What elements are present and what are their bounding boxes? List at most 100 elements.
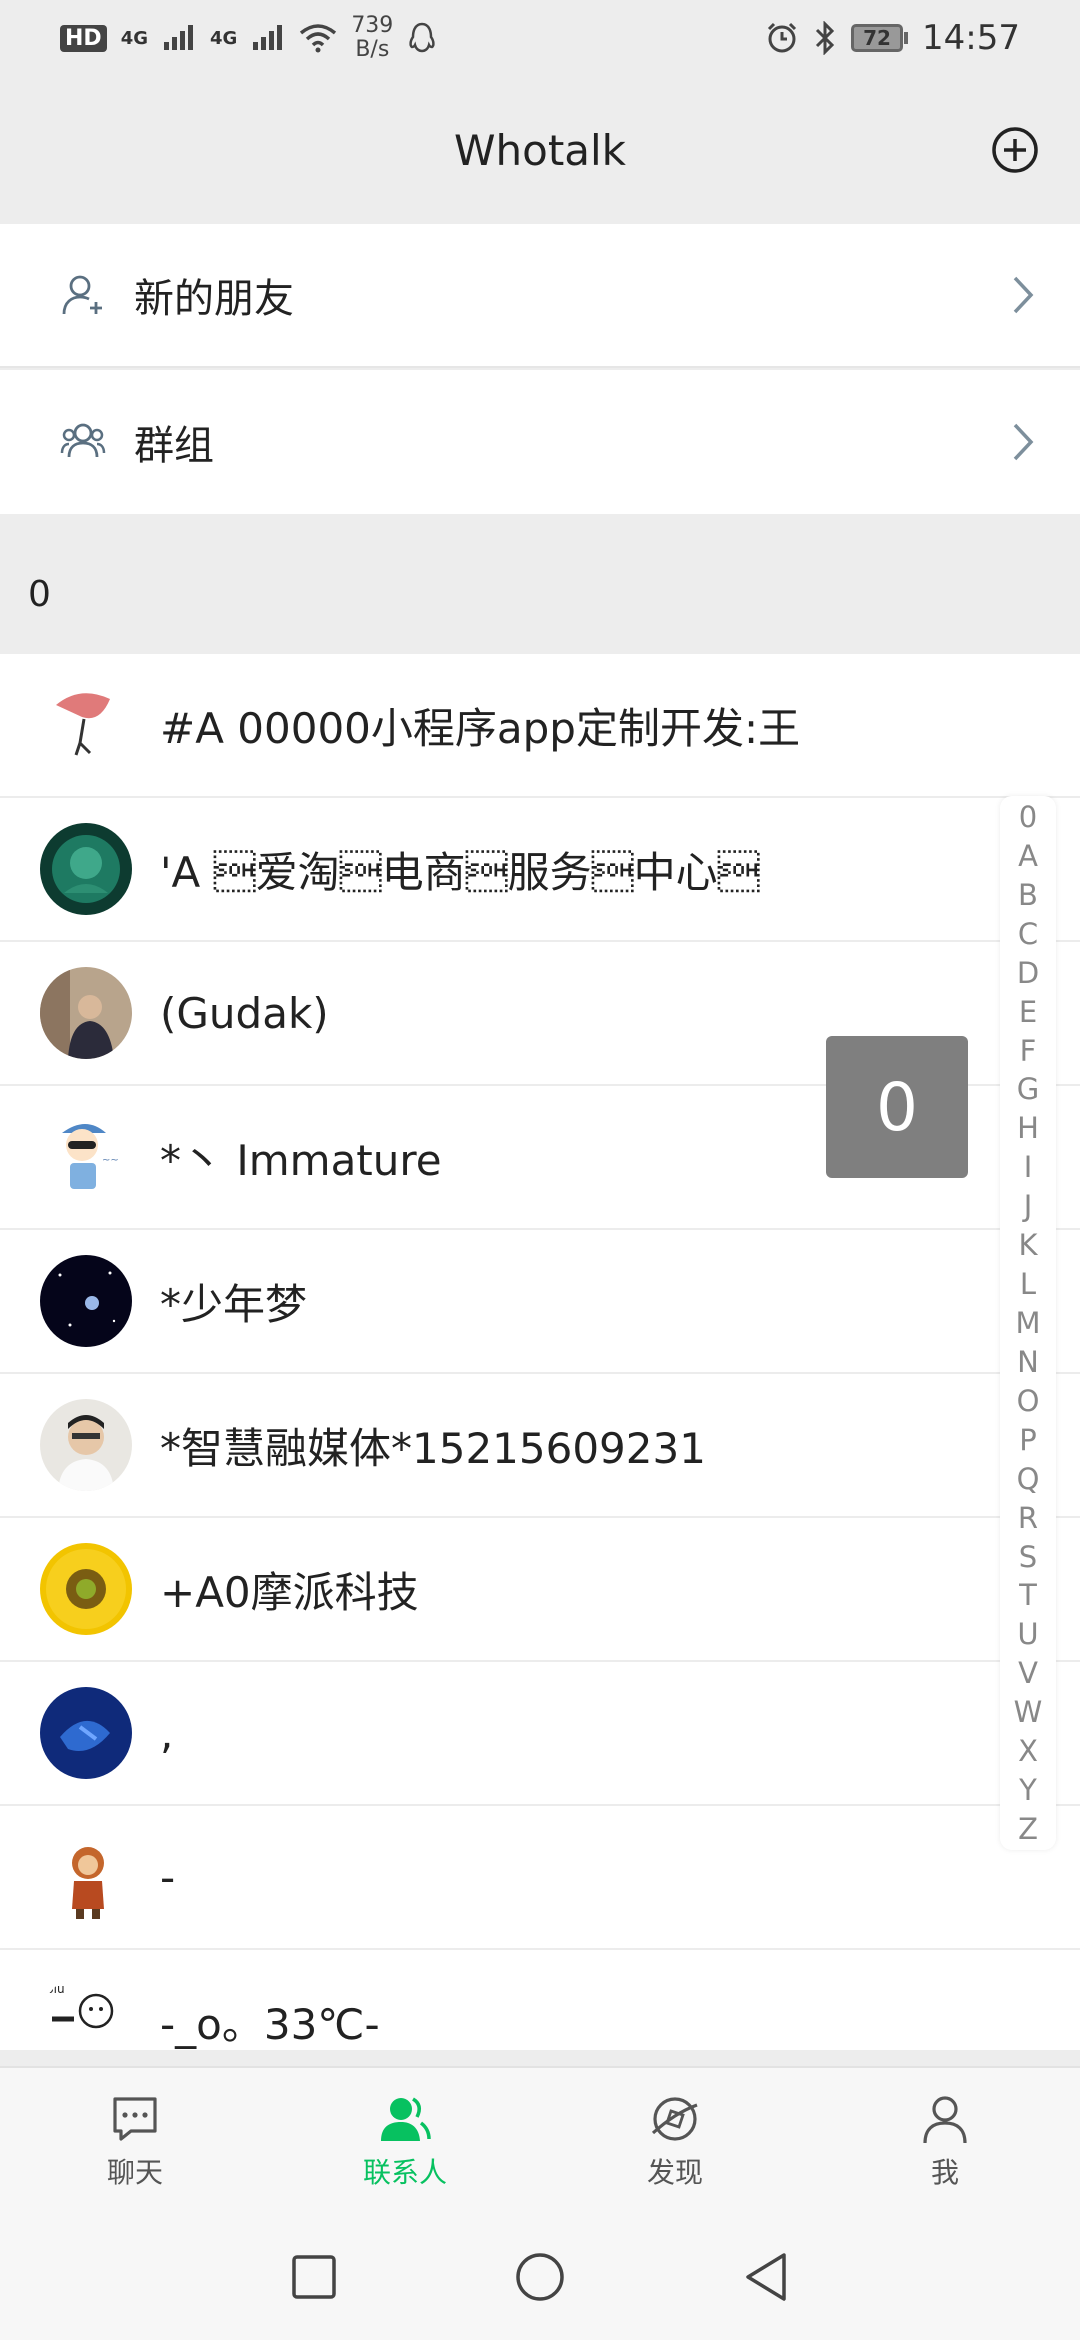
contact-row[interactable]: +A0摩派科技 [0,1518,1080,1662]
recents-square-icon[interactable] [286,2249,342,2305]
index-letter[interactable]: O [1017,1384,1040,1418]
index-letter[interactable]: X [1018,1734,1038,1768]
clock: 14:57 [922,18,1020,58]
alphabet-index-bar[interactable]: 0 ABCDEFGHIJKLMNOPQRSTUVWXYZ [1000,796,1056,1850]
svg-text:~~: ~~ [102,1155,119,1166]
chat-icon [113,2097,157,2141]
contact-row[interactable]: *少年梦 [0,1230,1080,1374]
contact-row[interactable]: 'A 爱淘电商服务中心 [0,798,1080,942]
contact-list[interactable]: #A 00000小程序app定制开发:王 'A 爱淘电商服务中心 (G… [0,654,1080,2050]
tab-label: 联系人 [362,2156,447,2189]
discover-icon [651,2097,698,2141]
page-title: Whotalk [453,125,627,175]
avatar [40,1687,132,1779]
avatar [40,679,132,771]
groups-row[interactable]: 群组 [0,370,1080,514]
avatar [40,823,132,915]
index-letter[interactable]: G [1017,1072,1039,1106]
add-friend-icon [62,275,102,315]
svg-text:biu: biu [46,1982,65,1996]
index-letter[interactable]: H [1017,1111,1039,1145]
network-label-1: 4G [120,27,148,49]
tab-contacts[interactable]: 联系人 [270,2068,540,2214]
new-friends-row[interactable]: 新的朋友 [0,224,1080,368]
status-bar: HD 4G 4G 739 B/s 72 14:57 [0,0,1080,76]
index-letter[interactable]: M [1015,1306,1040,1340]
tab-label: 发现 [646,2156,703,2189]
signal-icon [164,25,193,50]
groups-label: 群组 [134,423,214,469]
index-letter[interactable]: I [1024,1150,1033,1184]
alarm-icon [767,22,797,53]
index-letter[interactable]: S [1019,1540,1037,1574]
contact-name: *智慧融媒体*15215609231 [160,1423,706,1473]
index-letter[interactable]: Y [1019,1773,1037,1807]
contact-name: - [160,1852,176,1902]
avatar [40,1399,132,1491]
hd-badge: HD [60,24,107,52]
index-letter[interactable]: K [1018,1228,1037,1262]
contact-name: 'A 爱淘电商服务中心 [160,847,760,897]
home-circle-icon[interactable] [512,2249,568,2305]
group-icon [60,423,106,458]
index-letter[interactable]: C [1018,917,1038,951]
index-letter[interactable]: D [1017,956,1039,990]
contact-name: #A 00000小程序app定制开发:王 [160,703,801,753]
contact-row[interactable]: *智慧融媒体*15215609231 [0,1374,1080,1518]
chevron-right-icon [1013,276,1034,314]
index-letter[interactable]: T [1019,1578,1037,1612]
bottom-tab-bar: 聊天 联系人 发现 我 [0,2066,1080,2214]
wifi-icon [300,24,337,53]
avatar [40,967,132,1059]
tab-discover[interactable]: 发现 [540,2068,810,2214]
tab-chat[interactable]: 聊天 [0,2068,270,2214]
index-letter[interactable]: 0 [1019,800,1037,834]
index-letter[interactable]: N [1017,1345,1039,1379]
section-header: 0 [0,514,1080,654]
index-letter[interactable]: J [1024,1189,1033,1223]
signal-icon-2 [253,25,283,50]
index-letter[interactable]: E [1019,995,1037,1029]
network-label-2: 4G [210,27,238,49]
me-icon [923,2096,967,2144]
index-letter[interactable]: L [1020,1267,1036,1301]
index-letter[interactable]: R [1018,1501,1038,1535]
avatar: ~~ [40,1111,132,1203]
contact-name: +A0摩派科技 [160,1567,419,1617]
back-triangle-icon[interactable] [738,2249,794,2305]
contact-name: -_o。33℃- [160,1999,380,2049]
contact-row[interactable]: , [0,1662,1080,1806]
qq-notification-icon [409,22,435,53]
contact-name: *丶 Immature [160,1135,442,1185]
tab-me[interactable]: 我 [810,2068,1080,2214]
bluetooth-icon [815,21,835,55]
network-speed: 739 B/s [351,13,394,62]
contacts-icon [381,2097,431,2141]
contact-row[interactable]: #A 00000小程序app定制开发:王 [0,654,1080,798]
index-letter[interactable]: W [1014,1695,1043,1729]
index-letter[interactable]: A [1018,839,1038,873]
index-letter[interactable]: U [1017,1617,1038,1651]
plus-circle-icon[interactable] [990,125,1040,175]
index-letter[interactable]: Q [1017,1462,1040,1496]
chevron-right-icon [1013,423,1034,461]
tab-label: 我 [930,2156,959,2189]
contact-row[interactable]: - [0,1806,1080,1950]
contact-name: , [160,1708,174,1758]
index-letter[interactable]: Z [1018,1812,1038,1846]
contact-name: (Gudak) [160,988,329,1038]
avatar [40,1543,132,1635]
index-letter[interactable]: F [1020,1034,1037,1068]
new-friends-label: 新的朋友 [134,276,294,322]
battery-icon: 72 [851,24,909,52]
contact-row[interactable]: biu -_o。33℃- [0,1950,1080,2050]
title-bar: Whotalk [0,76,1080,224]
index-letter[interactable]: V [1018,1656,1038,1690]
avatar [40,1831,132,1923]
tab-label: 聊天 [106,2156,163,2189]
index-letter[interactable]: B [1018,878,1038,912]
avatar: biu [40,1975,132,2050]
avatar [40,1255,132,1347]
system-nav-bar [0,2214,1080,2340]
index-letter[interactable]: P [1019,1423,1037,1457]
